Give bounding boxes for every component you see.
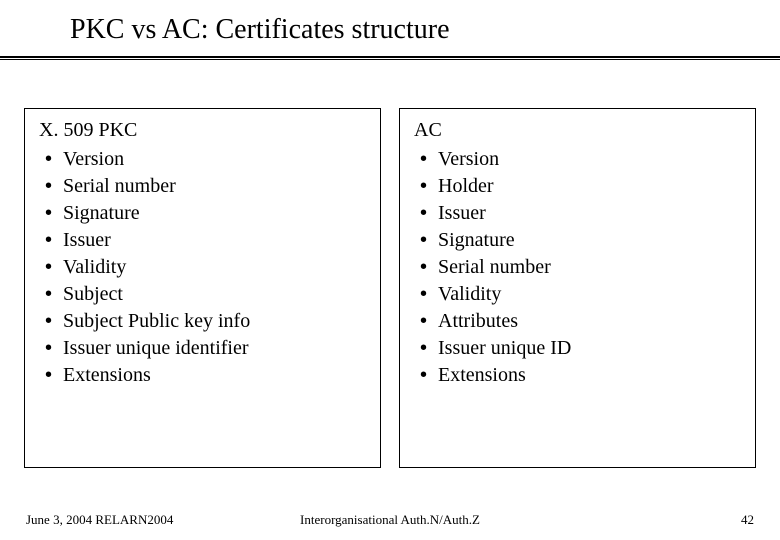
list-item: Version <box>438 146 741 173</box>
starburst-icon <box>6 10 76 80</box>
list-item: Version <box>63 146 366 173</box>
list-item: Validity <box>63 254 366 281</box>
list-item: Issuer <box>63 227 366 254</box>
slide-number: 42 <box>741 512 754 528</box>
list-item: Serial number <box>63 173 366 200</box>
list-item: Subject <box>63 281 366 308</box>
ac-heading: AC <box>414 119 741 142</box>
list-item: Extensions <box>438 362 741 389</box>
divider <box>0 56 780 60</box>
list-item: Issuer unique identifier <box>63 335 366 362</box>
list-item: Signature <box>438 227 741 254</box>
content-columns: X. 509 PKC Version Serial number Signatu… <box>0 70 780 468</box>
list-item: Issuer <box>438 200 741 227</box>
list-item: Serial number <box>438 254 741 281</box>
pkc-column: X. 509 PKC Version Serial number Signatu… <box>24 108 381 468</box>
list-item: Issuer unique ID <box>438 335 741 362</box>
pkc-list: Version Serial number Signature Issuer V… <box>39 146 366 389</box>
list-item: Validity <box>438 281 741 308</box>
list-item: Holder <box>438 173 741 200</box>
pkc-heading: X. 509 PKC <box>39 119 366 142</box>
footer-date: June 3, 2004 RELARN2004 <box>26 512 173 528</box>
ac-column: AC Version Holder Issuer Signature Seria… <box>399 108 756 468</box>
slide: PKC vs AC: Certificates structure X. 509… <box>0 0 780 540</box>
list-item: Attributes <box>438 308 741 335</box>
slide-footer: June 3, 2004 RELARN2004 Interorganisatio… <box>0 512 780 528</box>
list-item: Extensions <box>63 362 366 389</box>
list-item: Subject Public key info <box>63 308 366 335</box>
footer-subject: Interorganisational Auth.N/Auth.Z <box>300 512 480 528</box>
page-title: PKC vs AC: Certificates structure <box>70 14 780 46</box>
slide-header: PKC vs AC: Certificates structure <box>0 0 780 70</box>
ac-list: Version Holder Issuer Signature Serial n… <box>414 146 741 389</box>
list-item: Signature <box>63 200 366 227</box>
